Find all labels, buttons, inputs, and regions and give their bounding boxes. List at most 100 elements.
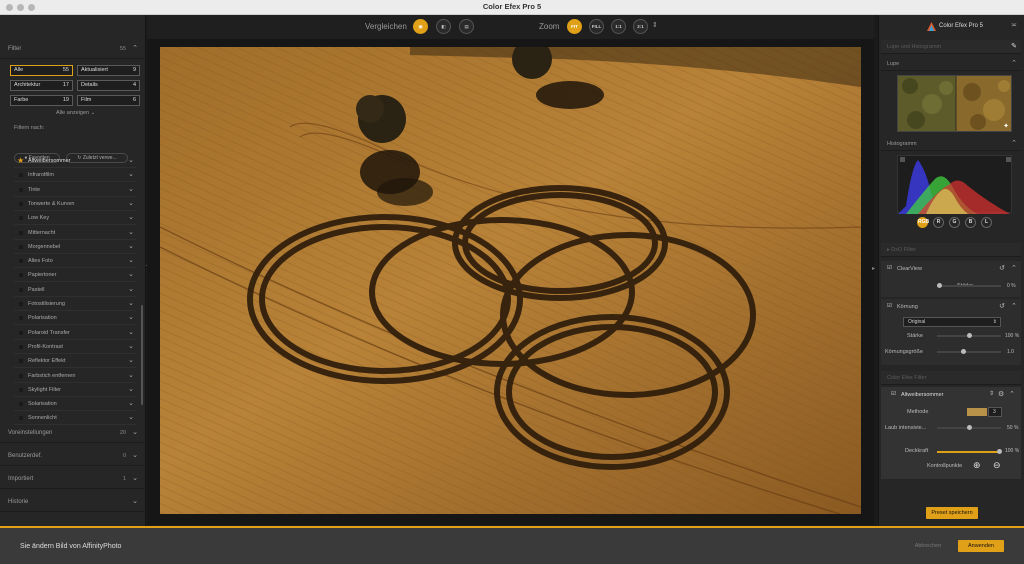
presets-section-header[interactable]: Voreinstellungen 20 ⌄	[0, 423, 145, 443]
filter-item-fotostilisierung[interactable]: Fotostilisierung ⌄	[14, 297, 136, 311]
filter-item-altweibersommer[interactable]: ★ Altweibersommer ⌄	[14, 154, 136, 168]
save-preset-button[interactable]: Preset speichern	[926, 507, 978, 519]
clearview-strength-slider[interactable]	[937, 283, 1001, 288]
image-canvas[interactable]	[147, 39, 874, 525]
preview-photo[interactable]	[160, 47, 861, 514]
indian-summer-label: Altweibersommer	[901, 392, 944, 398]
clearview-checkbox[interactable]: ☑	[887, 265, 892, 271]
zoom-fill-button[interactable]: FILL	[589, 19, 604, 34]
slider-knob[interactable]	[967, 425, 972, 430]
add-negative-control-point-icon[interactable]: ⊖	[993, 460, 1001, 471]
slider-knob[interactable]	[997, 449, 1002, 454]
gear-icon[interactable]: ⚙	[998, 390, 1004, 398]
add-positive-control-point-icon[interactable]: ⊕	[973, 460, 981, 471]
grain-checkbox[interactable]: ☑	[887, 303, 892, 309]
cancel-button[interactable]: Abbrechen	[905, 540, 951, 552]
efex-filter-header[interactable]: Color Efex Filter	[881, 371, 1021, 385]
filter-item-polarisation[interactable]: Polarisation ⌄	[14, 311, 136, 326]
chevron-down-icon: ⌄	[128, 314, 134, 322]
chevron-up-icon[interactable]: ⌃	[1011, 302, 1017, 310]
slider-knob[interactable]	[961, 349, 966, 354]
filter-swatch-icon	[19, 344, 23, 349]
show-all-link[interactable]: Alle anzeigen ⌄	[56, 110, 95, 116]
filter-item-low-key[interactable]: Low Key ⌄	[14, 211, 136, 226]
filter-swatch-icon	[19, 302, 23, 306]
compare-single-view-button[interactable]: ▣	[413, 19, 428, 34]
filter-item-label: Farbstich entfernen	[28, 372, 76, 379]
opacity-slider[interactable]	[937, 449, 1002, 454]
filter-item-mitternacht[interactable]: Mitternacht ⌄	[14, 226, 136, 240]
indian-summer-checkbox[interactable]: ☑	[891, 391, 896, 397]
pin-icon[interactable]: ✎	[1011, 40, 1017, 54]
category-updated[interactable]: Aktualisiert 9	[77, 65, 140, 76]
loupe-histogram-header[interactable]: Lupe und Histogramm ✎	[881, 40, 1021, 54]
filter-item-morgennebel[interactable]: Morgennebel ⌄	[14, 240, 136, 254]
grain-size-value: 1.0	[1007, 349, 1014, 355]
imported-section-header[interactable]: Importiert 1 ⌄	[0, 469, 145, 489]
filter-item-skylight-filter[interactable]: Skylight Filter ⌄	[14, 383, 136, 397]
foliage-intensity-slider[interactable]	[937, 425, 1001, 430]
zoom-1to1-button[interactable]: 1:1	[611, 19, 626, 34]
compare-label: Vergleichen	[365, 22, 407, 31]
zoom-2to1-button[interactable]: 2:1	[633, 19, 648, 34]
panel-options-icon[interactable]: ≍	[1011, 21, 1017, 29]
filter-swatch-icon	[19, 273, 23, 278]
filter-item-tonwerte-kurven[interactable]: Tonwerte & Kurven ⌄	[14, 197, 136, 211]
method-select[interactable]: 3	[988, 407, 1002, 417]
filter-swatch-icon	[19, 259, 23, 264]
channel-l-button[interactable]: L	[981, 217, 992, 228]
filter-swatch-icon	[19, 316, 23, 321]
filter-list-scrollbar[interactable]	[141, 305, 143, 405]
method-label: Methode	[907, 409, 929, 415]
apply-button[interactable]: Anwenden	[958, 540, 1004, 552]
zoom-stepper-icon[interactable]: ⇕	[652, 21, 658, 29]
filter-item-reflektor-effekt[interactable]: Reflektor Effekt ⌄	[14, 354, 136, 369]
grain-size-slider[interactable]	[937, 349, 1001, 354]
category-architecture[interactable]: Architektur 17	[10, 80, 73, 91]
loupe-header[interactable]: Lupe ⌃	[881, 57, 1021, 71]
reset-icon[interactable]: ↺	[999, 302, 1005, 310]
category-film[interactable]: Film 6	[77, 95, 140, 106]
compare-side-by-side-button[interactable]: ▤	[459, 19, 474, 34]
filter-item-pastell[interactable]: Pastell ⌄	[14, 283, 136, 297]
chevron-up-icon: ⌃	[132, 45, 138, 52]
loupe-pin-icon[interactable]: ✦	[1003, 122, 1009, 130]
dxo-filter-header[interactable]: ▸ DxO Filter	[881, 243, 1021, 257]
chevron-up-icon[interactable]: ⌃	[1009, 390, 1015, 398]
category-label: Film	[81, 97, 92, 103]
slider-knob[interactable]	[967, 333, 972, 338]
compare-split-view-button[interactable]: ◧	[436, 19, 451, 34]
star-icon[interactable]: ★	[17, 154, 24, 168]
filter-item-papiertoner[interactable]: Papiertoner ⌄	[14, 268, 136, 283]
history-section-header[interactable]: Historie ⌄	[0, 492, 145, 512]
collapse-right-panel-icon[interactable]: ▸	[872, 265, 875, 272]
filter-item-profil-kontrast[interactable]: Profil-Kontrast ⌄	[14, 340, 136, 354]
custom-section-header[interactable]: Benutzerdef. 0 ⌄	[0, 446, 145, 466]
category-color[interactable]: Farbe 19	[10, 95, 73, 106]
slider-knob[interactable]	[937, 283, 942, 288]
grain-strength-value: 100 %	[1005, 333, 1020, 339]
filter-item-solarisation[interactable]: Solarisation ⌄	[14, 397, 136, 412]
category-count: 17	[62, 82, 69, 88]
filter-item-farbstich-entfernen[interactable]: Farbstich entfernen ⌄	[14, 369, 136, 383]
channel-rgb-button[interactable]: RGB	[917, 217, 929, 228]
histogram-header[interactable]: Histogramm ⌃	[881, 137, 1021, 151]
channel-b-button[interactable]: B	[965, 217, 976, 228]
reset-icon[interactable]: ↺	[999, 264, 1005, 272]
category-details[interactable]: Details 4	[77, 80, 140, 91]
reorder-icon[interactable]: ⇕	[989, 390, 994, 397]
channel-r-button[interactable]: R	[933, 217, 944, 228]
filter-item-altes-foto[interactable]: Altes Foto ⌄	[14, 254, 136, 269]
grain-strength-slider[interactable]	[937, 333, 1001, 338]
filter-item-polaroid-transfer[interactable]: Polaroid Transfer ⌄	[14, 326, 136, 340]
chevron-up-icon[interactable]: ⌃	[1011, 264, 1017, 272]
zoom-fit-button[interactable]: FIT	[567, 19, 582, 34]
filter-item-tinte[interactable]: Tinte ⌄	[14, 183, 136, 197]
channel-g-button[interactable]: G	[949, 217, 960, 228]
grain-preset-select[interactable]: Original ⇕	[903, 317, 1001, 327]
loupe-preview[interactable]: ✦	[897, 75, 1012, 132]
filter-swatch-icon	[19, 187, 23, 192]
filter-section-header[interactable]: Filter 55 ⌃	[0, 39, 145, 59]
filter-item-infrarotfilm[interactable]: Infrarotfilm ⌄	[14, 168, 136, 183]
category-all[interactable]: Alle 55	[10, 65, 73, 76]
